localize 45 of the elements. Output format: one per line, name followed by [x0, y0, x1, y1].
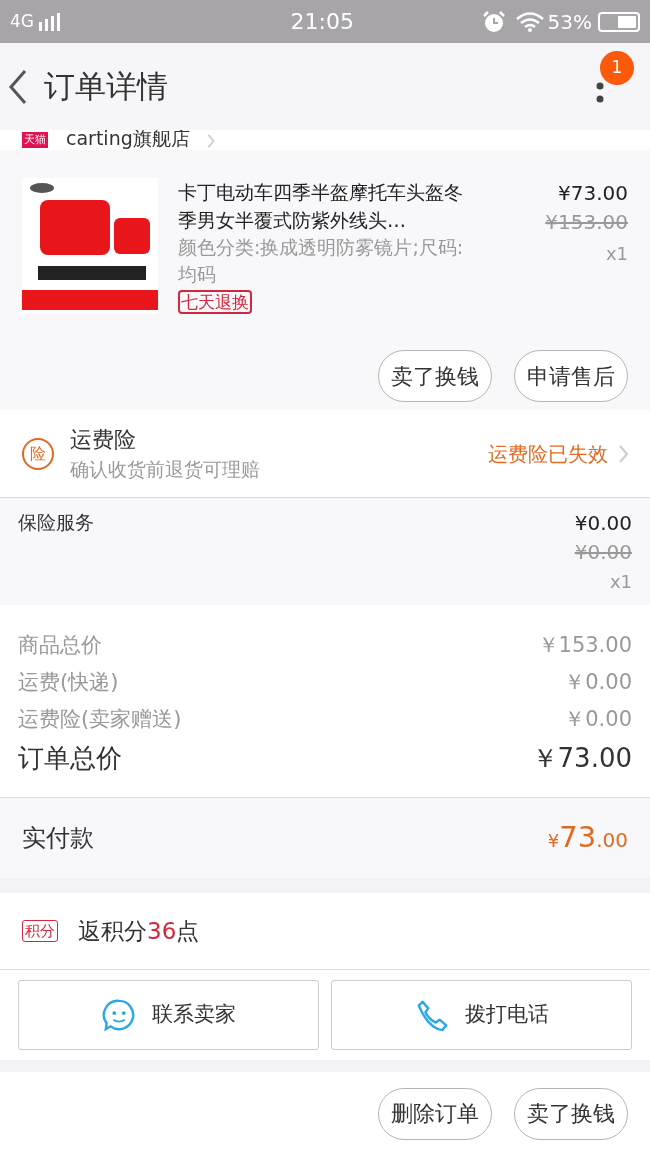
- alarm-icon: [481, 9, 506, 34]
- summary-value: ￥0.00: [564, 669, 632, 696]
- summary-label: 运费(快递): [18, 669, 119, 696]
- action-button[interactable]: 申请售后: [514, 350, 628, 402]
- paid-label: 实付款: [22, 823, 94, 854]
- contact-button[interactable]: 拨打电话: [331, 980, 632, 1050]
- insurance-icon: 险: [22, 437, 54, 470]
- summary-value: ￥73.00: [531, 742, 632, 775]
- summary-value: ￥153.00: [537, 632, 632, 659]
- chat-bubble-icon: [101, 998, 136, 1032]
- back-icon[interactable]: [8, 68, 28, 105]
- summary-label: 运费险(卖家赠送): [18, 706, 182, 733]
- chevron-icon: [618, 444, 628, 463]
- product-title[interactable]: 卡丁电动车四季半盔摩托车头盔冬季男女半覆式防紫外线头…: [178, 178, 478, 234]
- page-title: 订单详情: [44, 67, 169, 107]
- quantity: x1: [605, 242, 628, 266]
- product-price: ¥73.00: [558, 180, 628, 207]
- battery-percent: 53%: [547, 8, 592, 36]
- points-tag: 积分: [22, 920, 58, 942]
- network-label: 4G: [10, 9, 34, 33]
- summary-label: 订单总价: [18, 742, 122, 775]
- notification-badge: 1: [600, 51, 634, 85]
- summary-label: 商品总价: [18, 632, 102, 659]
- product-spec: 颜色分类:换成透明防雾镜片;尺码:均码: [178, 235, 465, 287]
- service-name: 保险服务: [18, 510, 95, 535]
- signal-icon: [37, 11, 63, 32]
- points-text: 返积分36点: [78, 916, 200, 946]
- service-quantity: x1: [609, 570, 632, 594]
- return-tag: 七天退换: [178, 290, 252, 314]
- clock-time: 21:05: [289, 8, 355, 36]
- service-price: ¥0.00: [574, 510, 632, 537]
- paid-amount: ¥73.00: [547, 819, 628, 857]
- contact-button[interactable]: 联系卖家: [18, 980, 319, 1050]
- original-price: ¥153.00: [545, 209, 628, 236]
- chevron-icon: [205, 134, 216, 148]
- action-button[interactable]: 删除订单: [378, 1087, 492, 1140]
- wifi-icon: [515, 10, 544, 33]
- action-button[interactable]: 卖了换钱: [514, 1087, 628, 1140]
- action-button[interactable]: 卖了换钱: [378, 350, 492, 402]
- insurance-subtitle: 确认收货前退货可理赔: [70, 456, 261, 482]
- battery-icon: [598, 11, 640, 32]
- service-original-price: ¥0.00: [574, 539, 632, 566]
- store-tag: 天猫: [22, 132, 48, 148]
- summary-value: ￥0.00: [564, 706, 632, 733]
- insurance-title: 运费险: [70, 425, 137, 454]
